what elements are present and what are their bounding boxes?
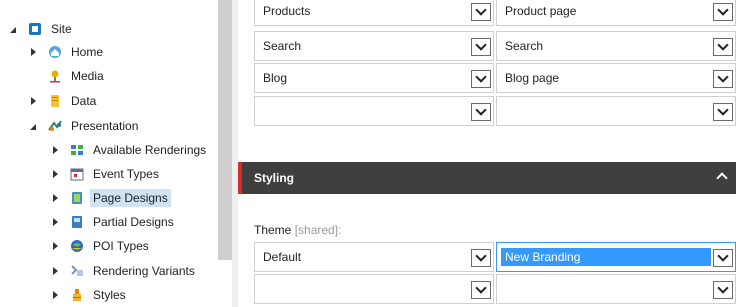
- expand-toggle[interactable]: [50, 241, 60, 251]
- tree-node-event-types[interactable]: Event Types: [50, 163, 162, 185]
- shared-indicator: [shared]:: [294, 223, 342, 237]
- tree-node-label: Presentation: [71, 119, 139, 133]
- renderings-icon: [70, 143, 84, 157]
- mapping-row: Products Product page: [254, 0, 736, 26]
- tree-node-poi-types[interactable]: POI Types: [50, 235, 152, 257]
- mapping-right-select[interactable]: Product page: [496, 0, 736, 26]
- media-icon: [48, 69, 62, 83]
- select-value: Default: [263, 250, 302, 264]
- select-value: Search: [505, 39, 544, 53]
- dropdown-arrow-icon[interactable]: [471, 103, 491, 121]
- tree-node-site[interactable]: Site: [8, 18, 75, 40]
- expand-toggle[interactable]: [50, 145, 60, 155]
- theme-right-select[interactable]: [496, 274, 736, 304]
- mapping-left-select[interactable]: Blog: [254, 63, 494, 93]
- content-tree: Site Home Media Data Presentation Availa…: [0, 0, 232, 307]
- mapping-row: Search Search: [254, 31, 736, 61]
- dropdown-arrow-icon[interactable]: [471, 70, 491, 88]
- theme-left-select[interactable]: [254, 274, 494, 304]
- tree-node-presentation[interactable]: Presentation: [28, 115, 141, 137]
- mapping-right-select[interactable]: [496, 96, 736, 126]
- event-types-icon: [70, 167, 84, 181]
- section-title: Styling: [254, 171, 295, 185]
- dropdown-arrow-icon[interactable]: [471, 281, 491, 299]
- dropdown-arrow-icon[interactable]: [713, 281, 733, 299]
- tree-node-styles[interactable]: Styles: [50, 284, 129, 306]
- mapping-left-select[interactable]: [254, 96, 494, 126]
- home-icon: [48, 45, 62, 59]
- expand-toggle[interactable]: [50, 217, 60, 227]
- dropdown-arrow-icon[interactable]: [471, 3, 491, 21]
- styling-section-header[interactable]: Styling: [238, 162, 736, 194]
- dropdown-arrow-icon[interactable]: [713, 3, 733, 21]
- editor-gutter: [232, 0, 238, 307]
- theme-field-label: Theme [shared]:: [254, 223, 341, 237]
- dropdown-arrow-icon[interactable]: [713, 70, 733, 88]
- tree-node-label: POI Types: [93, 239, 149, 253]
- theme-row: Default New Branding: [254, 242, 736, 272]
- tree-node-partial-designs[interactable]: Partial Designs: [50, 211, 177, 233]
- tree-node-label: Available Renderings: [93, 143, 207, 157]
- page-designs-icon: [70, 191, 84, 205]
- tree-node-page-designs[interactable]: Page Designs: [50, 187, 171, 209]
- mapping-right-select[interactable]: Search: [496, 31, 736, 61]
- collapse-chevron-icon[interactable]: [716, 172, 728, 184]
- mapping-right-select[interactable]: Blog page: [496, 63, 736, 93]
- tree-node-home[interactable]: Home: [28, 41, 106, 63]
- expand-toggle[interactable]: [50, 169, 60, 179]
- select-value: New Branding: [501, 248, 711, 266]
- mapping-row: Blog Blog page: [254, 63, 736, 93]
- dropdown-arrow-icon[interactable]: [471, 249, 491, 267]
- theme-right-select[interactable]: New Branding: [496, 242, 736, 272]
- styles-icon: [70, 288, 84, 302]
- select-value: Product page: [505, 4, 577, 18]
- tree-node-label: Event Types: [93, 167, 159, 181]
- poi-types-icon: [70, 239, 84, 253]
- tree-node-rendering-variants[interactable]: Rendering Variants: [50, 260, 198, 282]
- tree-node-label: Page Designs: [90, 189, 171, 207]
- dropdown-arrow-icon[interactable]: [471, 38, 491, 56]
- dropdown-arrow-icon[interactable]: [713, 103, 733, 121]
- presentation-icon: [48, 119, 62, 133]
- tree-node-label: Data: [71, 94, 97, 108]
- partial-designs-icon: [70, 215, 84, 229]
- rendering-variants-icon: [70, 264, 84, 278]
- tree-node-label: Styles: [93, 288, 126, 302]
- tree-node-label: Rendering Variants: [93, 264, 195, 278]
- item-editor: Products Product page Search Search Blog…: [232, 0, 736, 307]
- tree-node-label: Partial Designs: [93, 215, 174, 229]
- tree-node-data[interactable]: Data: [28, 90, 99, 112]
- mapping-left-select[interactable]: Products: [254, 0, 494, 26]
- expand-toggle[interactable]: [28, 47, 38, 57]
- tree-node-label: Site: [51, 22, 72, 36]
- select-value: Blog: [263, 71, 288, 85]
- tree-node-available-renderings[interactable]: Available Renderings: [50, 139, 209, 161]
- theme-row: [254, 274, 736, 304]
- select-value: Search: [263, 39, 302, 53]
- expand-toggle[interactable]: [28, 121, 38, 131]
- site-icon: [28, 22, 42, 36]
- tree-scrollbar[interactable]: [218, 0, 232, 260]
- expand-toggle[interactable]: [50, 290, 60, 300]
- expand-toggle[interactable]: [50, 193, 60, 203]
- select-value: Blog page: [505, 71, 560, 85]
- tree-node-label: Media: [71, 69, 104, 83]
- expand-toggle[interactable]: [28, 96, 38, 106]
- data-icon: [48, 94, 62, 108]
- tree-node-media[interactable]: Media: [28, 65, 107, 87]
- mapping-row: [254, 96, 736, 126]
- theme-label: Theme: [254, 223, 292, 237]
- tree-node-label: Home: [71, 45, 104, 59]
- dropdown-arrow-icon[interactable]: [713, 38, 733, 56]
- dropdown-arrow-icon[interactable]: [713, 249, 733, 267]
- theme-left-select[interactable]: Default: [254, 242, 494, 272]
- mapping-left-select[interactable]: Search: [254, 31, 494, 61]
- expand-toggle[interactable]: [8, 24, 18, 34]
- expand-toggle[interactable]: [50, 266, 60, 276]
- select-value: Products: [263, 4, 311, 18]
